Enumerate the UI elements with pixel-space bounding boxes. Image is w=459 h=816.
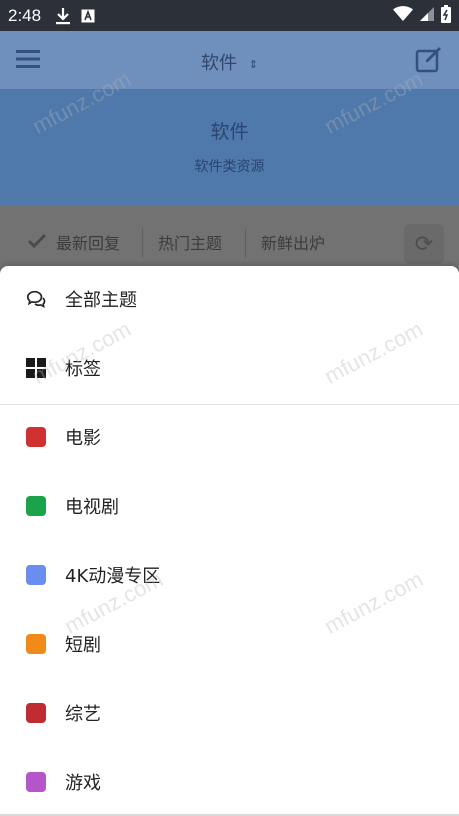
sheet-item-all-topics[interactable]: 全部主题 <box>0 269 459 329</box>
sheet-item-tags[interactable]: 标签 <box>0 338 459 398</box>
hero-title: 软件 <box>210 121 249 143</box>
refresh-button[interactable]: ⟳ <box>404 224 444 264</box>
sheet-item-label: 4K动漫专区 <box>65 566 161 587</box>
sheet-item-short-drama[interactable]: 短剧 <box>0 614 459 674</box>
color-swatch-icon <box>25 495 47 517</box>
sort-icon: ⇕ <box>248 57 258 71</box>
sheet-item-movies[interactable]: 电影 <box>0 407 459 467</box>
tab-latest-reply[interactable]: 最新回复 <box>56 230 120 254</box>
sheet-item-tv-series[interactable]: 电视剧 <box>0 476 459 536</box>
status-time: 2:48 <box>8 5 42 25</box>
sheet-item-label: 电视剧 <box>65 497 119 518</box>
color-swatch <box>26 496 46 516</box>
color-swatch-icon <box>25 633 47 655</box>
tab-divider <box>245 228 246 258</box>
header-title-wrap[interactable]: 软件 ⇕ <box>0 49 459 75</box>
download-icon <box>55 7 71 25</box>
hero-subtitle: 软件类资源 <box>194 159 265 175</box>
sheet-item-variety[interactable]: 综艺 <box>0 683 459 743</box>
tab-divider <box>142 228 143 258</box>
sheet-item-label: 全部主题 <box>65 290 137 311</box>
color-swatch-icon <box>25 426 47 448</box>
app-notification-icon <box>81 9 95 23</box>
color-swatch <box>26 634 46 654</box>
sheet-item-label: 游戏 <box>65 773 101 794</box>
chat-bubbles-icon <box>25 288 47 310</box>
tab-newest[interactable]: 新鲜出炉 <box>261 230 325 254</box>
category-hero: 软件 软件类资源 <box>0 89 459 206</box>
sheet-item-label: 电影 <box>65 428 101 449</box>
color-swatch <box>26 427 46 447</box>
sheet-item-label: 短剧 <box>65 635 101 656</box>
sheet-item-4k-anime[interactable]: 4K动漫专区 <box>0 545 459 605</box>
color-swatch <box>26 772 46 792</box>
tab-hot-topics[interactable]: 热门主题 <box>158 230 222 254</box>
color-swatch <box>26 703 46 723</box>
color-swatch-icon <box>25 771 47 793</box>
refresh-icon: ⟳ <box>414 231 434 257</box>
color-swatch <box>26 565 46 585</box>
compose-icon[interactable] <box>415 45 443 77</box>
sheet-item-label: 综艺 <box>65 704 101 725</box>
color-swatch-icon <box>25 702 47 724</box>
sheet-item-games[interactable]: 游戏 <box>0 752 459 812</box>
check-icon <box>27 233 47 253</box>
sheet-item-label: 标签 <box>65 359 101 380</box>
header-title: 软件 <box>201 53 238 74</box>
status-bar: 2:48 <box>0 0 459 31</box>
battery-icon <box>441 4 451 27</box>
signal-icon <box>419 6 435 26</box>
sheet-divider <box>0 404 459 405</box>
top-app-bar: 软件 ⇕ <box>0 31 459 89</box>
grid-icon <box>25 357 47 379</box>
filter-bottom-sheet: 全部主题 标签 电影 电视剧 4K动漫专区 短剧 综艺 游戏 <box>0 266 459 816</box>
color-swatch-icon <box>25 564 47 586</box>
wifi-icon <box>393 5 413 26</box>
